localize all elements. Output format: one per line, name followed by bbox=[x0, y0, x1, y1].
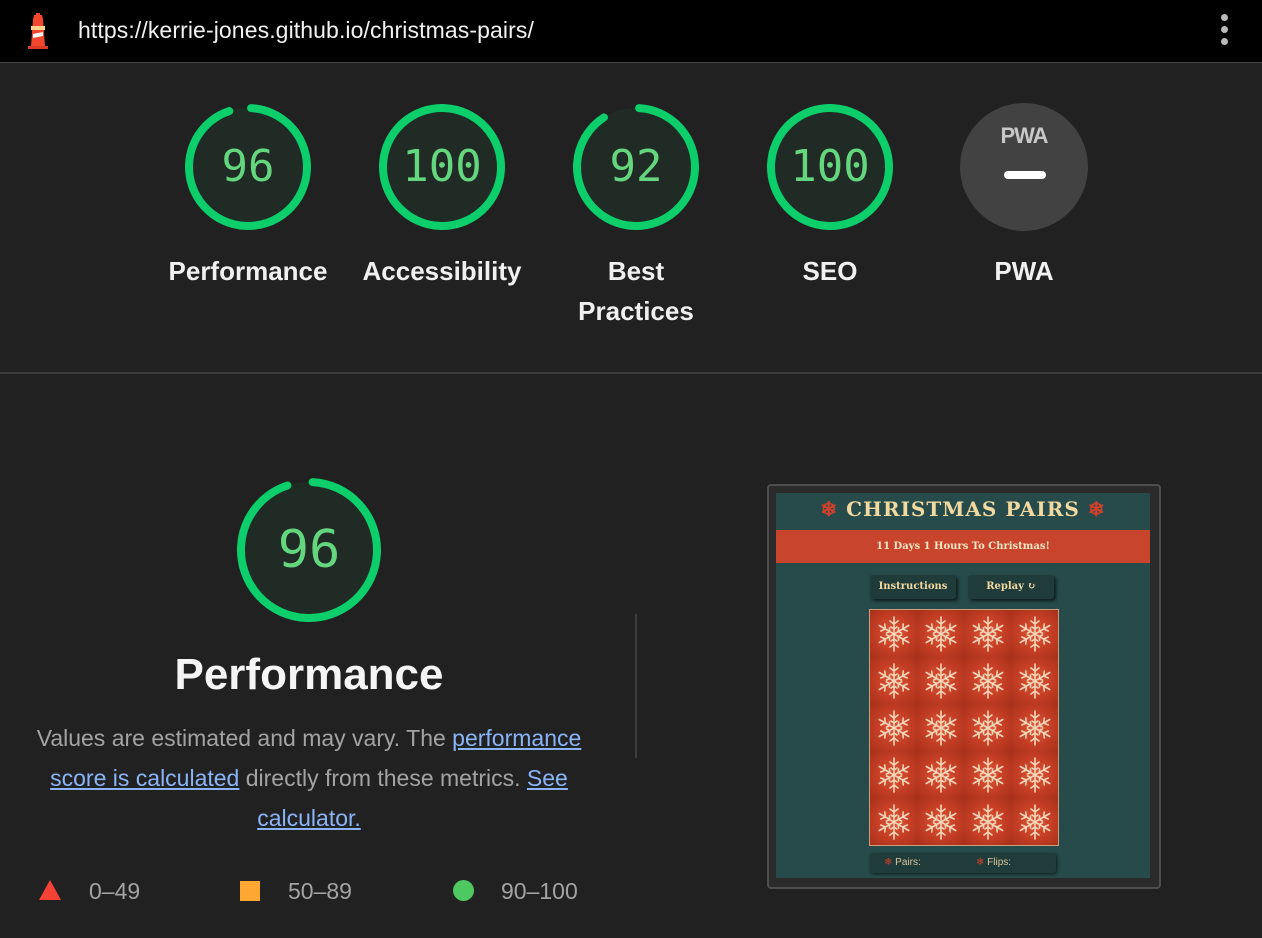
final-screenshot[interactable]: ❄ CHRISTMAS PAIRS ❄ 11 Days 1 Hours To C… bbox=[776, 493, 1150, 878]
card-tile[interactable] bbox=[1011, 657, 1058, 704]
card-tile[interactable] bbox=[917, 610, 964, 657]
kebab-menu-icon[interactable] bbox=[1214, 14, 1234, 50]
flips-label: Flips: bbox=[987, 857, 1012, 868]
snowflake-icon: ❄ bbox=[820, 497, 839, 521]
gauge-score: 96 bbox=[221, 141, 275, 192]
snowflake-icon bbox=[924, 756, 957, 793]
pwa-logo: PWA bbox=[1000, 123, 1048, 148]
card-tile[interactable] bbox=[1011, 610, 1058, 657]
card-tile[interactable] bbox=[917, 751, 964, 798]
snowflake-icon bbox=[1018, 803, 1051, 840]
game-title-text: CHRISTMAS PAIRS bbox=[846, 497, 1080, 521]
snowflake-icon bbox=[1018, 662, 1051, 699]
vertical-divider bbox=[635, 614, 637, 758]
card-tile[interactable] bbox=[964, 610, 1011, 657]
gauge-label-line: Practices bbox=[578, 296, 694, 326]
snowflake-icon bbox=[1018, 709, 1051, 746]
legend-range: 50–89 bbox=[288, 878, 352, 904]
card-tile[interactable] bbox=[964, 657, 1011, 704]
snowflake-icon bbox=[877, 615, 910, 652]
snowflake-icon bbox=[877, 709, 910, 746]
gauge-score: 100 bbox=[790, 141, 870, 192]
card-tile[interactable] bbox=[1011, 751, 1058, 798]
triangle-icon bbox=[39, 880, 61, 900]
legend-good: 90–100 bbox=[453, 874, 603, 908]
gauge-pwa[interactable]: PWA PWA bbox=[934, 103, 1114, 291]
pwa-badge: PWA bbox=[960, 103, 1088, 231]
square-icon bbox=[240, 881, 260, 901]
card-tile[interactable] bbox=[870, 751, 917, 798]
pairs-stat: ❄ Pairs: bbox=[884, 853, 921, 873]
gauge-label: PWA bbox=[994, 256, 1054, 286]
category-gauges: 96 Performance 100 Accessibility 92 Best… bbox=[0, 63, 1262, 372]
gauge-label-line: Best bbox=[607, 256, 665, 286]
snowflake-icon bbox=[924, 615, 957, 652]
snowflake-icon bbox=[971, 803, 1004, 840]
desc-text: directly from these metrics. bbox=[239, 765, 527, 791]
card-tile[interactable] bbox=[870, 704, 917, 751]
card-tile[interactable] bbox=[1011, 704, 1058, 751]
card-tile[interactable] bbox=[917, 798, 964, 845]
card-tile[interactable] bbox=[1011, 798, 1058, 845]
card-tile[interactable] bbox=[964, 798, 1011, 845]
card-tile[interactable] bbox=[917, 704, 964, 751]
snowflake-icon bbox=[877, 662, 910, 699]
snowflake-icon bbox=[1018, 615, 1051, 652]
gauge-label: Best Practices bbox=[546, 251, 726, 331]
instructions-button[interactable]: Instructions bbox=[870, 575, 956, 599]
snowflake-icon: ❄ bbox=[1087, 497, 1106, 521]
stats-bar: ❄ Pairs: ❄ Flips: bbox=[870, 853, 1056, 873]
page-url: https://kerrie-jones.github.io/christmas… bbox=[78, 17, 534, 43]
gauge-label: Accessibility bbox=[362, 256, 522, 286]
desc-text: Values are estimated and may vary. The bbox=[36, 725, 453, 751]
performance-score: 96 bbox=[277, 520, 341, 580]
card-tile[interactable] bbox=[917, 657, 964, 704]
performance-description: Values are estimated and may vary. The p… bbox=[18, 718, 600, 838]
card-tile[interactable] bbox=[964, 704, 1011, 751]
card-tile[interactable] bbox=[870, 657, 917, 704]
card-tile[interactable] bbox=[870, 610, 917, 657]
snowflake-icon bbox=[971, 756, 1004, 793]
card-tile[interactable] bbox=[964, 751, 1011, 798]
lighthouse-icon bbox=[24, 13, 52, 49]
gauge-label: SEO bbox=[802, 256, 858, 286]
snowflake-icon bbox=[971, 662, 1004, 699]
snowflake-icon bbox=[924, 803, 957, 840]
pwa-dash-icon bbox=[1004, 171, 1046, 179]
gauge-performance[interactable]: 96 Performance bbox=[158, 103, 338, 291]
circle-icon bbox=[453, 880, 474, 901]
snowflake-icon bbox=[971, 615, 1004, 652]
snowflake-icon: ❄ bbox=[884, 857, 893, 868]
snowflake-icon bbox=[924, 662, 957, 699]
flips-stat: ❄ Flips: bbox=[976, 853, 1011, 873]
card-tile[interactable] bbox=[870, 798, 917, 845]
pairs-label: Pairs: bbox=[895, 857, 921, 868]
snowflake-icon bbox=[877, 756, 910, 793]
card-grid bbox=[869, 609, 1059, 846]
snowflake-icon bbox=[877, 803, 910, 840]
legend-range: 90–100 bbox=[501, 878, 578, 904]
gauge-accessibility[interactable]: 100 Accessibility bbox=[352, 103, 532, 291]
gauge-seo[interactable]: 100 SEO bbox=[740, 103, 920, 291]
gauge-score: 100 bbox=[402, 141, 482, 192]
gauge-best-practices[interactable]: 92 Best Practices bbox=[546, 103, 726, 331]
section-divider bbox=[0, 372, 1262, 374]
gauge-score: 92 bbox=[609, 141, 663, 192]
snowflake-icon bbox=[1018, 756, 1051, 793]
snowflake-icon bbox=[971, 709, 1004, 746]
countdown-banner: 11 Days 1 Hours To Christmas! bbox=[776, 530, 1150, 563]
legend-poor: 0–49 bbox=[38, 874, 178, 908]
game-title: ❄ CHRISTMAS PAIRS ❄ bbox=[776, 497, 1150, 521]
top-bar: https://kerrie-jones.github.io/christmas… bbox=[0, 0, 1262, 63]
legend-range: 0–49 bbox=[89, 878, 141, 904]
snowflake-icon: ❄ bbox=[976, 857, 985, 868]
replay-button[interactable]: Replay ↻ bbox=[968, 575, 1054, 599]
legend-average: 50–89 bbox=[240, 874, 380, 908]
performance-title: Performance bbox=[174, 650, 444, 699]
snowflake-icon bbox=[924, 709, 957, 746]
gauge-label: Performance bbox=[168, 256, 328, 286]
